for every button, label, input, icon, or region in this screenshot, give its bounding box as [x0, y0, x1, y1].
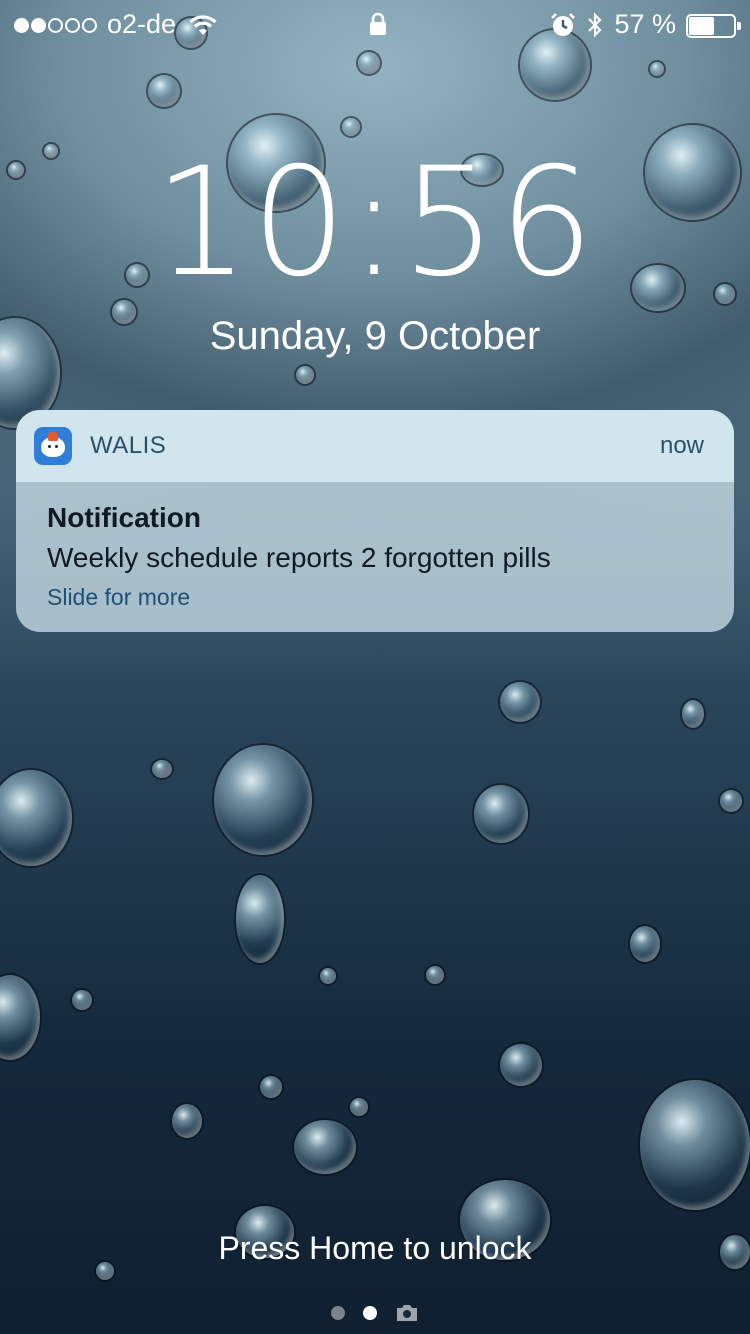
lock-screen-time: 10:56 — [153, 136, 597, 310]
wifi-icon — [189, 14, 217, 35]
camera-icon[interactable] — [395, 1304, 419, 1322]
notification-app-name: WALIS — [90, 432, 167, 459]
unlock-hint: Press Home to unlock — [218, 1230, 532, 1266]
bluetooth-icon — [588, 11, 603, 38]
page-dot-active[interactable] — [363, 1306, 377, 1320]
lock-icon — [370, 12, 386, 35]
lock-screen-date: Sunday, 9 October — [209, 314, 541, 358]
page-indicator[interactable] — [0, 1304, 750, 1322]
notification-header: WALIS now — [16, 410, 734, 482]
battery-percentage: 57 % — [614, 9, 676, 39]
status-bar: o2-de 57 % — [0, 0, 750, 48]
notification-slide-hint[interactable]: Slide for more — [47, 584, 704, 611]
alarm-icon — [551, 12, 576, 36]
walis-app-icon — [34, 427, 72, 465]
carrier-name: o2-de — [107, 9, 177, 39]
notification-time: now — [659, 432, 704, 459]
notification-body: Notification Weekly schedule reports 2 f… — [16, 482, 734, 611]
notification-message: Weekly schedule reports 2 forgotten pill… — [47, 542, 551, 573]
signal-strength-icon — [14, 9, 99, 40]
status-right: 57 % — [550, 9, 742, 40]
notification-card[interactable]: WALIS now Notification Weekly schedule r… — [16, 410, 734, 632]
notification-title: Notification — [47, 502, 201, 533]
page-dot[interactable] — [331, 1306, 345, 1320]
battery-icon — [686, 12, 742, 38]
status-left: o2-de — [14, 9, 218, 40]
